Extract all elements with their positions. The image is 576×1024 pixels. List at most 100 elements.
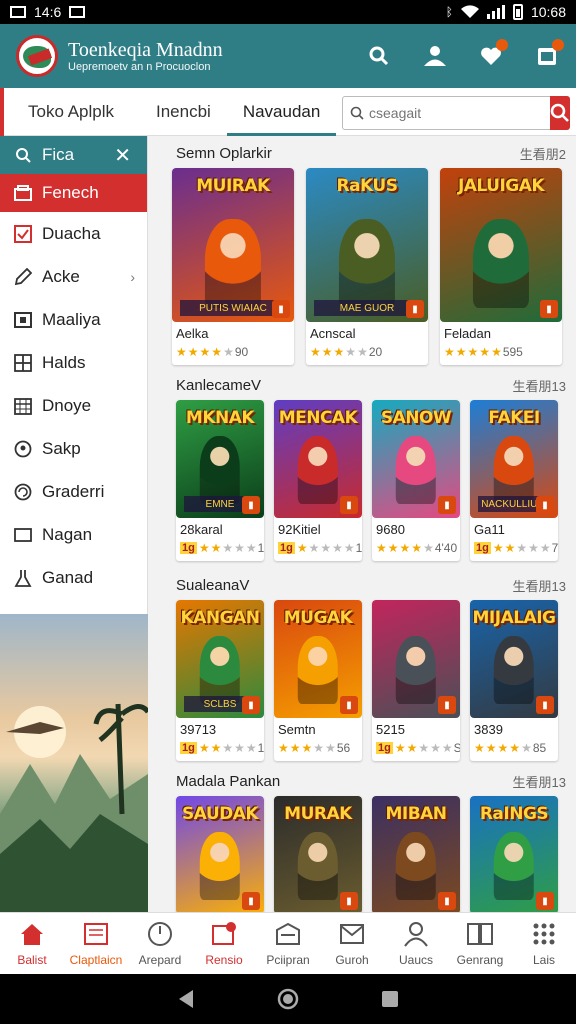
sidebar-item-sakp[interactable]: Sakp: [0, 427, 147, 470]
game-card[interactable]: MUGAK ▮ Semtn ★ ★ ★ ★ ★ 56: [274, 600, 362, 761]
sidebar-item-ganad[interactable]: Ganad: [0, 556, 147, 599]
app-logo[interactable]: [16, 35, 58, 77]
sidebar-item-maaliya[interactable]: Maaliya: [0, 298, 147, 341]
game-card[interactable]: SANOW ▮ 9680 ★ ★ ★ ★ ★ 4'40: [372, 400, 460, 561]
sidebar-item-acke[interactable]: Acke ›: [0, 255, 147, 298]
game-thumbnail[interactable]: MUIRAK PUTIS WIAIAC ▮: [172, 168, 294, 322]
game-thumbnail[interactable]: ▮: [372, 600, 460, 718]
game-card[interactable]: ▮52151g★★★★★S15: [372, 600, 460, 761]
section-title: SualeanaV: [176, 576, 250, 594]
game-card[interactable]: MKNAKEMNE▮28karal1g★★★★★11: [176, 400, 264, 561]
cart-button[interactable]: [534, 39, 564, 69]
game-card[interactable]: MIJALAIG ▮ 3839 ★ ★ ★ ★ ★ 85: [470, 600, 558, 761]
nav-genrang[interactable]: Genrang: [448, 913, 512, 974]
nav-claptlaicn[interactable]: Claptlaicn: [64, 913, 128, 974]
game-thumbnail[interactable]: MKNAK EMNE ▮: [176, 400, 264, 518]
sidebar-filter-header[interactable]: Fica ✕: [0, 136, 147, 174]
game-card[interactable]: KANGANSCLBS▮397131g★★★★★13: [176, 600, 264, 761]
game-thumbnail[interactable]: JALUIGAK ▮: [440, 168, 562, 322]
home-button-icon[interactable]: [277, 988, 299, 1010]
game-thumbnail[interactable]: MUGAK ▮: [274, 600, 362, 718]
search-icon: [550, 103, 569, 122]
game-thumbnail[interactable]: FAKEI NACKULLIUW ▮: [470, 400, 558, 518]
sidebar-item-nagan[interactable]: Nagan: [0, 513, 147, 556]
nav-uaucs[interactable]: Uaucs: [384, 913, 448, 974]
badge-icon: ▮: [540, 300, 558, 318]
thumbnail-title: JALUIGAK: [457, 176, 545, 196]
nav-lais[interactable]: Lais: [512, 913, 576, 974]
star-icon: ★: [234, 541, 245, 555]
game-card[interactable]: MURAK ▮: [274, 796, 362, 912]
game-card[interactable]: JALUIGAK ▮ Feladan ★ ★ ★ ★ ★ 595: [440, 168, 562, 365]
thumbnail-title: RaKUS: [336, 176, 398, 196]
game-thumbnail[interactable]: SANOW ▮: [372, 400, 460, 518]
game-card[interactable]: RaKUS MAE GUOR ▮ Acnscal ★ ★ ★ ★ ★ 20: [306, 168, 428, 365]
sidebar-item-halds[interactable]: Halds: [0, 341, 147, 384]
rating: ★ ★ ★ ★ ★ 90: [176, 345, 290, 359]
star-icon: ★: [441, 741, 453, 755]
star-icon: ★: [176, 345, 187, 359]
game-thumbnail[interactable]: MENCAK ▮: [274, 400, 362, 518]
sidebar-item-dnoye[interactable]: Dnoye: [0, 384, 147, 427]
nav-arepard[interactable]: Arepard: [128, 913, 192, 974]
game-thumbnail[interactable]: MIJALAIG ▮: [470, 600, 558, 718]
nav-rensio[interactable]: Rensio: [192, 913, 256, 974]
tab-navaudan[interactable]: Navaudan: [226, 88, 337, 136]
star-icon: ★: [539, 541, 551, 555]
game-name: 5215: [376, 722, 405, 737]
search-icon: [350, 106, 364, 120]
section-count[interactable]: 生看朋13: [513, 772, 566, 791]
pin-icon: [14, 440, 32, 458]
game-card[interactable]: MENCAK▮92Kitiel1g★★★★★1 58: [274, 400, 362, 561]
section-count[interactable]: 生看朋2: [520, 144, 566, 163]
star-icon: ★: [211, 345, 222, 359]
tab-toko-aplplk[interactable]: Toko Aplplk: [0, 87, 140, 136]
tab-inencbi[interactable]: Inencbi: [140, 88, 227, 136]
star-icon: ★: [296, 541, 308, 555]
search-button[interactable]: [366, 43, 392, 69]
badge-icon: ▮: [340, 696, 358, 714]
rating-score: 85: [532, 741, 547, 755]
search-submit-button[interactable]: [550, 96, 570, 130]
star-icon: ★: [418, 741, 429, 755]
game-thumbnail[interactable]: MURAK ▮: [274, 796, 362, 912]
game-card[interactable]: MUIRAK PUTIS WIAIAC ▮ Aelka ★ ★ ★ ★ ★ 90: [172, 168, 294, 365]
nav-pciipran[interactable]: Pciipran: [256, 913, 320, 974]
game-card[interactable]: FAKEINACKULLIUW▮Ga111g★★★★★77: [470, 400, 558, 561]
star-icon: ★: [234, 741, 245, 755]
price-tag: 1g: [474, 542, 491, 554]
search-input[interactable]: [343, 98, 550, 128]
back-icon[interactable]: [177, 989, 195, 1009]
system-navigation: [0, 974, 576, 1024]
favorites-button[interactable]: [478, 39, 508, 69]
nav-guroh[interactable]: Guroh: [320, 913, 384, 974]
star-icon: ★: [198, 541, 210, 555]
rating-score: 56: [336, 741, 351, 755]
game-card[interactable]: SAUDAK ▮: [176, 796, 264, 912]
section-count[interactable]: 生看朋13: [513, 376, 566, 395]
star-icon: ★: [245, 541, 257, 555]
game-name: 92Kitiel: [278, 522, 321, 537]
sidebar-item-duacha[interactable]: Duacha: [0, 212, 147, 255]
flask-icon: [14, 569, 32, 587]
game-thumbnail[interactable]: MIBAN ▮: [372, 796, 460, 912]
account-button[interactable]: [422, 43, 448, 69]
nav-label: Guroh: [335, 952, 369, 967]
game-thumbnail[interactable]: SAUDAK ▮: [176, 796, 264, 912]
section-count[interactable]: 生看朋13: [513, 576, 566, 595]
game-thumbnail[interactable]: KANGAN SCLBS ▮: [176, 600, 264, 718]
nav-label: Genrang: [456, 952, 504, 967]
game-thumbnail[interactable]: RaINGS ▮: [470, 796, 558, 912]
game-thumbnail[interactable]: RaKUS MAE GUOR ▮: [306, 168, 428, 322]
nav-balist[interactable]: Balist: [0, 913, 64, 974]
recents-icon[interactable]: [381, 990, 399, 1008]
star-icon: ★: [516, 541, 527, 555]
close-icon[interactable]: ✕: [114, 143, 131, 168]
game-card[interactable]: MIBAN ▮: [372, 796, 460, 912]
sidebar-item-fenech[interactable]: Fenech: [0, 174, 147, 212]
badge-icon: ▮: [536, 892, 554, 910]
sidebar-promo-art: [0, 614, 148, 912]
game-card[interactable]: RaINGS ▮: [470, 796, 558, 912]
nav-label: Lais: [532, 952, 555, 967]
sidebar-item-graderri[interactable]: Graderri: [0, 470, 147, 513]
